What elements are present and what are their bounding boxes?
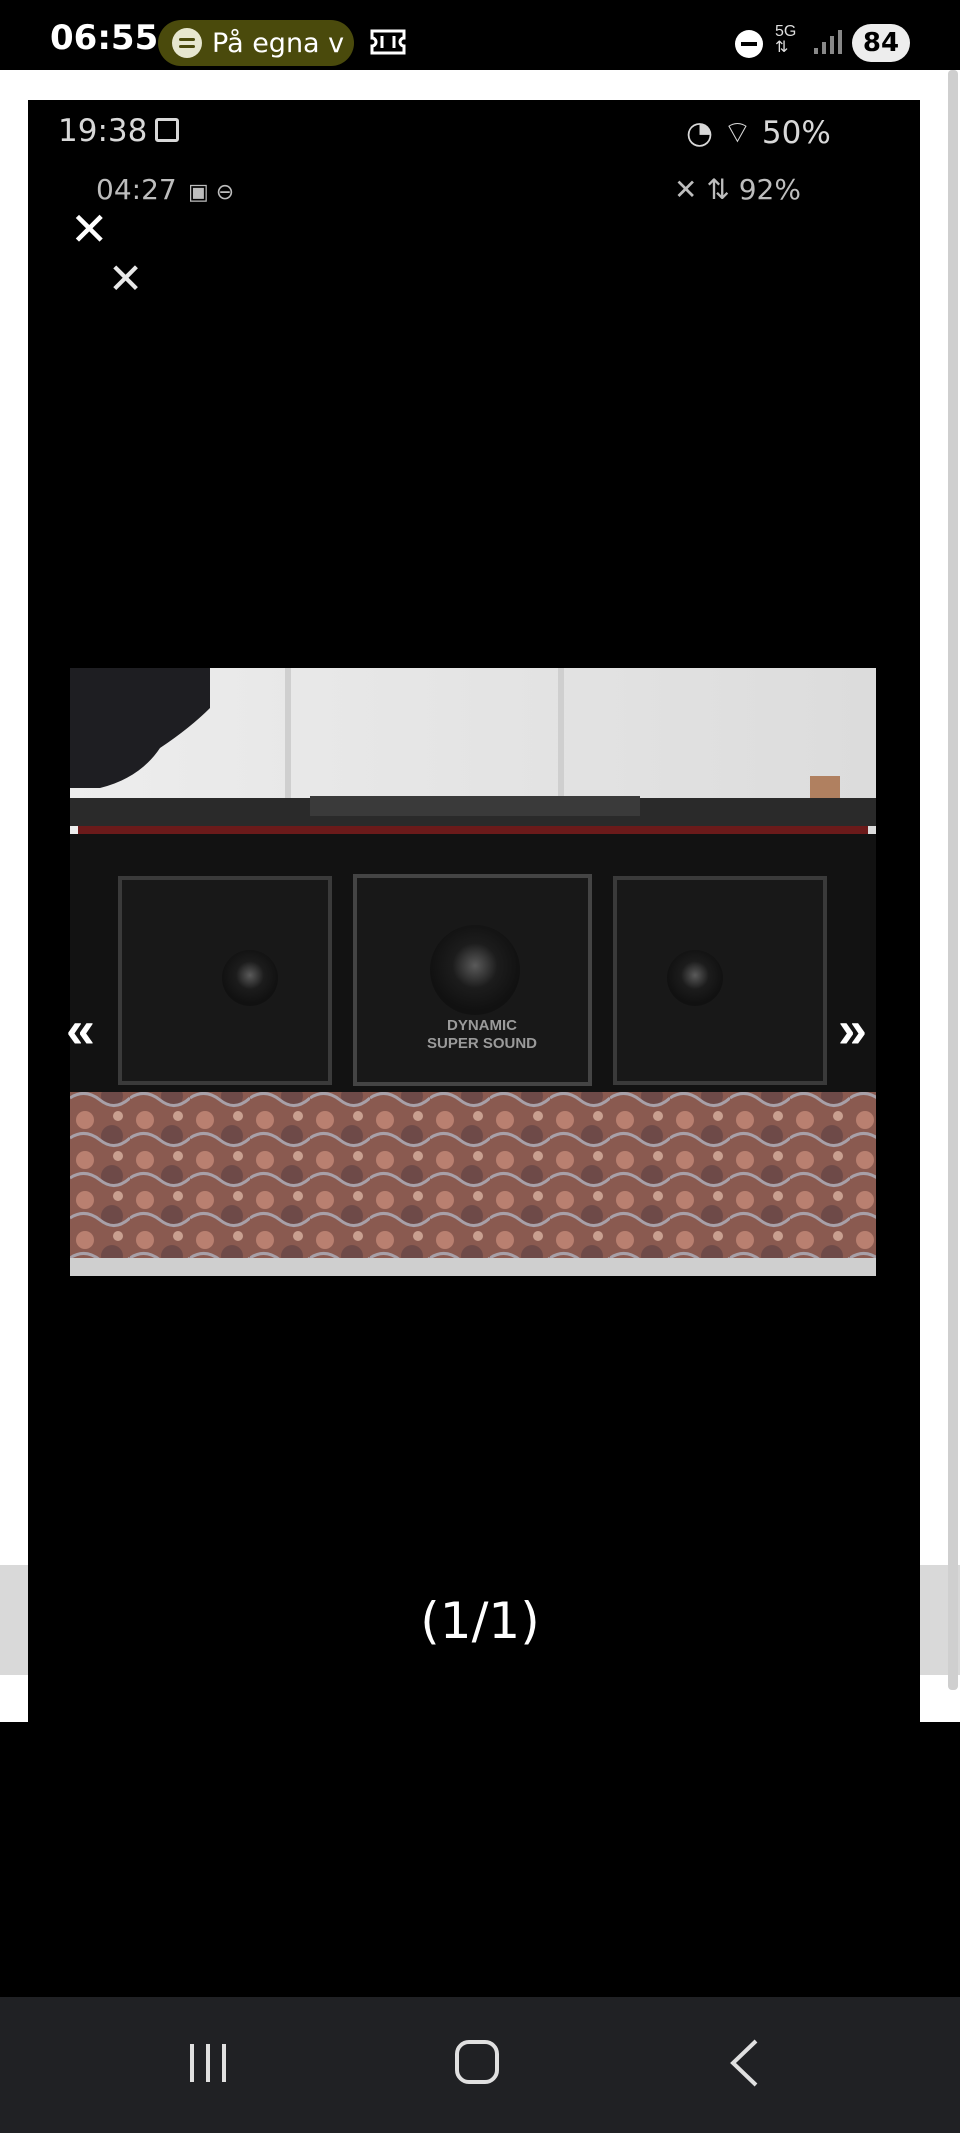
back-icon[interactable] xyxy=(728,2038,760,2088)
previous-image-button[interactable]: « xyxy=(66,1000,95,1060)
next-image-button[interactable]: » xyxy=(838,1000,867,1060)
embedded-status-battery-2: ✕ ⇅ 92% xyxy=(674,173,801,206)
gallery-dnd-icons: ▣ ⊖ xyxy=(188,180,235,205)
close-icon-secondary[interactable]: ✕ xyxy=(108,256,143,302)
boombox-photo-illustration: DYNAMIC SUPER SOUND xyxy=(70,668,876,1276)
embedded-status-time-1: 19:38 xyxy=(58,113,148,149)
do-not-disturb-icon xyxy=(735,30,763,58)
speaker-brand-text: DYNAMIC xyxy=(447,1017,517,1034)
gallery-icon xyxy=(155,118,179,142)
spotify-icon xyxy=(172,28,202,58)
image-counter: (1/1) xyxy=(420,1592,540,1650)
status-time: 06:55 xyxy=(50,18,159,58)
ticket-icon xyxy=(370,29,406,55)
network-5g-icon: 5G ⇅ xyxy=(775,23,797,56)
wifi-icon: ◔ ⌔ xyxy=(686,115,762,151)
embedded-status-time-2: 04:27 xyxy=(96,173,177,206)
scrollbar[interactable] xyxy=(948,70,958,1690)
speaker-brand-subtext: SUPER SOUND xyxy=(427,1035,537,1052)
close-icon[interactable]: ✕ xyxy=(70,206,109,252)
signal-icon xyxy=(814,30,842,54)
home-icon[interactable] xyxy=(455,2040,499,2084)
media-pill[interactable]: På egna v xyxy=(158,20,354,66)
embedded-status-battery-1: ◔ ⌔ 50% xyxy=(686,115,831,151)
recent-apps-icon[interactable] xyxy=(186,2040,230,2086)
media-pill-text: På egna v xyxy=(212,27,345,59)
lightbox-photo: DYNAMIC SUPER SOUND xyxy=(70,668,876,1276)
mute-icon: ✕ ⇅ xyxy=(674,173,739,206)
battery-indicator: 84 xyxy=(852,24,910,62)
